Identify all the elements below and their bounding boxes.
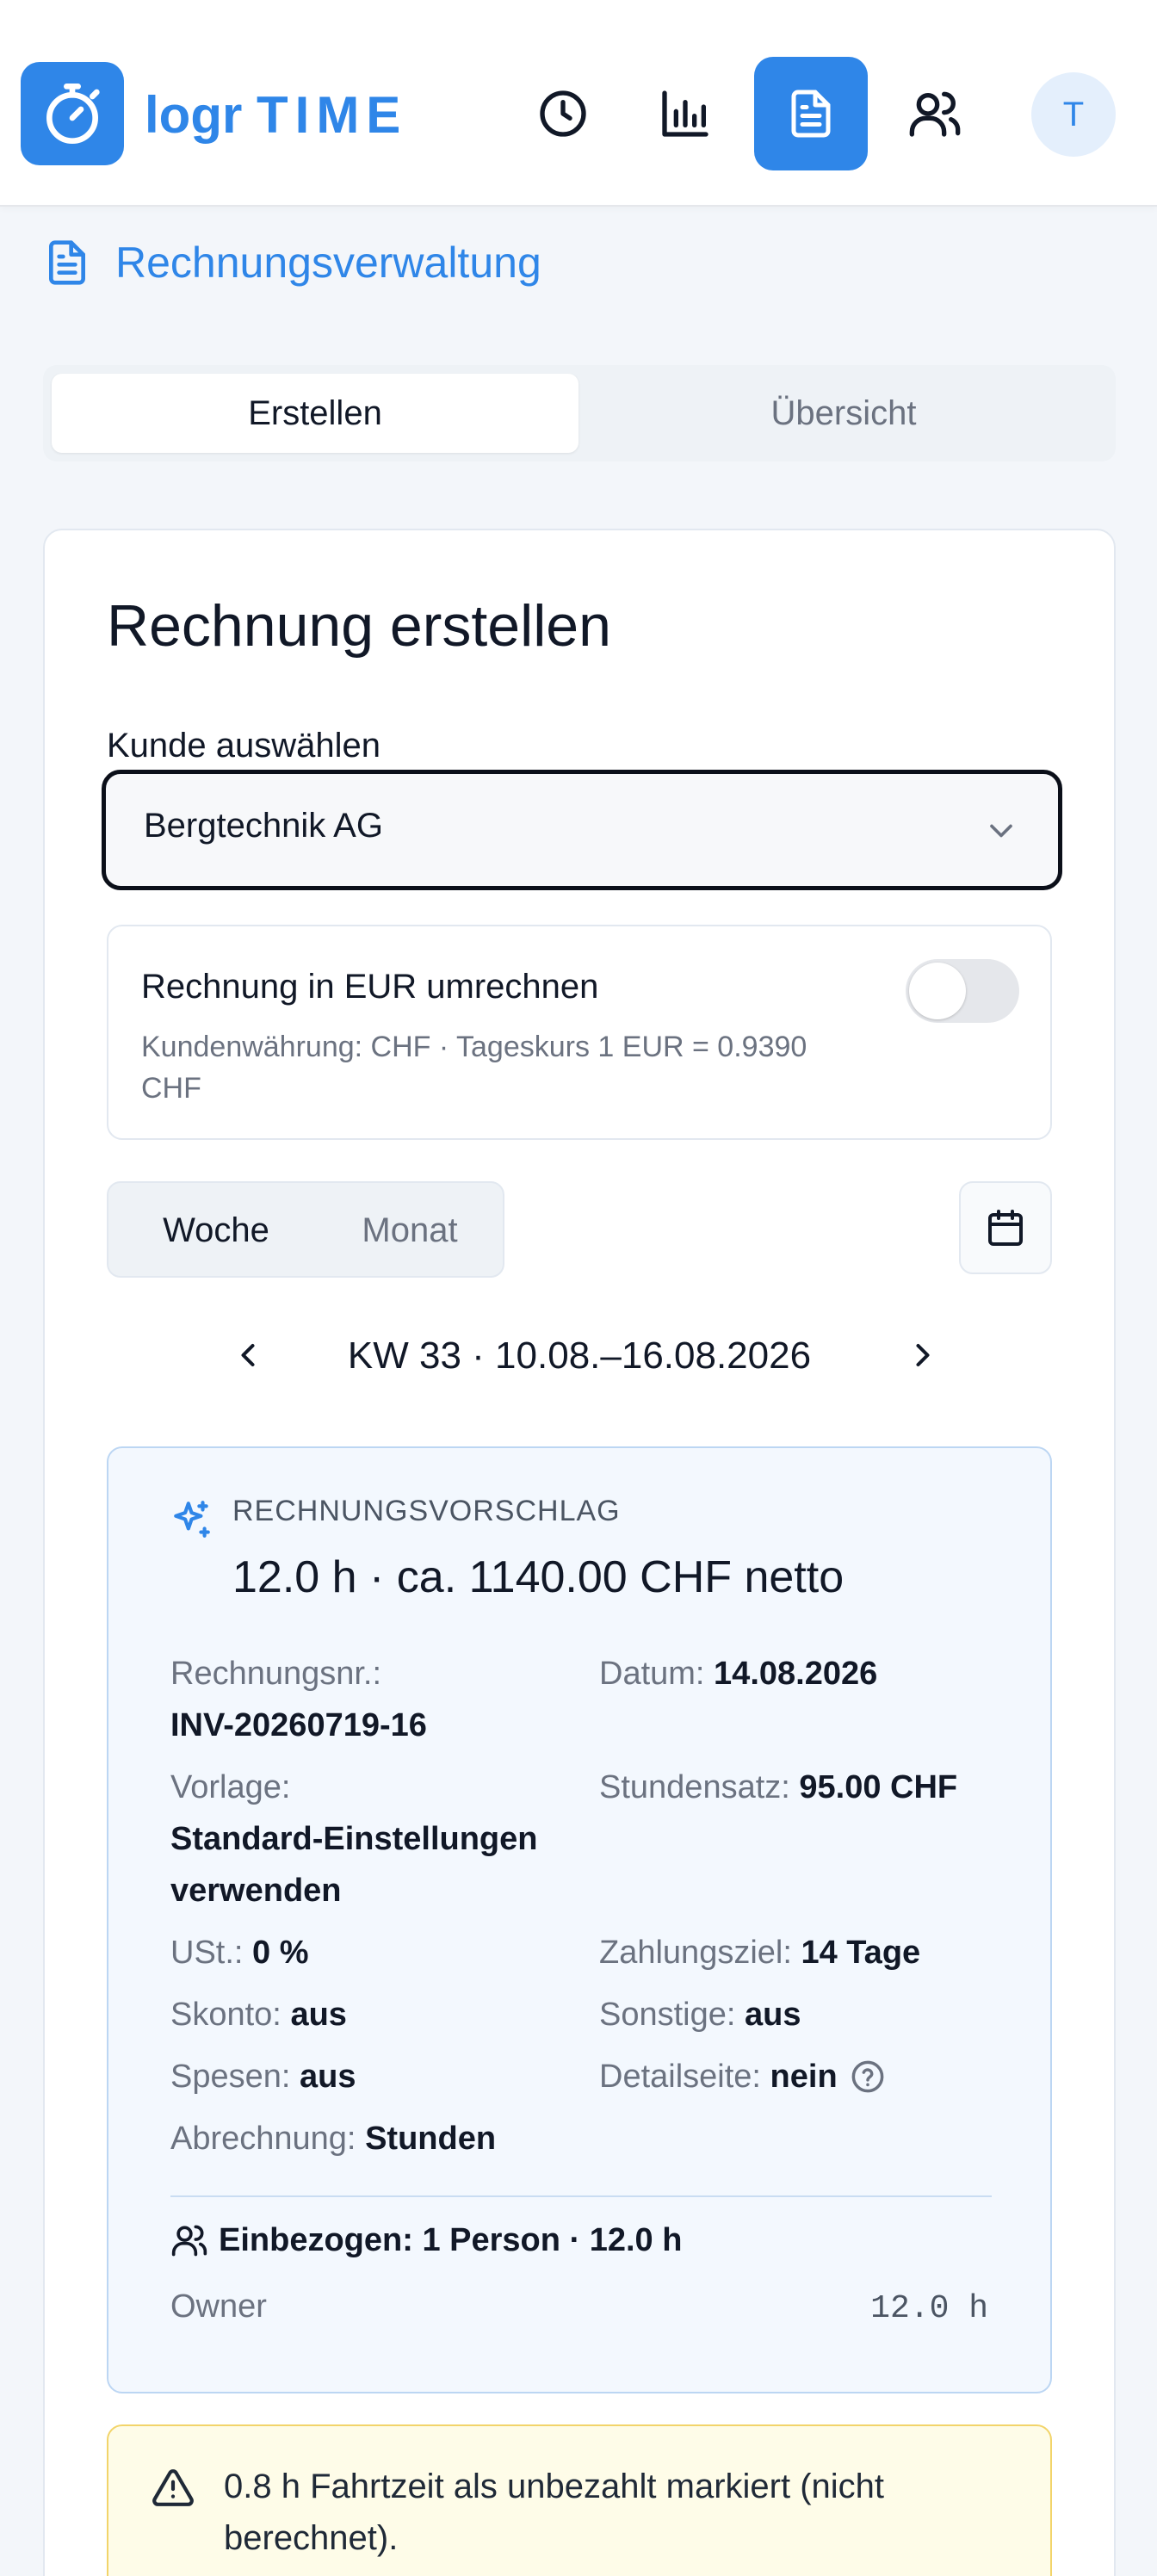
expenses-label: Spesen:: [170, 2059, 291, 2095]
suggestion-kicker: RECHNUNGSVORSCHLAG: [232, 1495, 621, 1527]
other-items: Sonstige: aus: [599, 1989, 1012, 2040]
avatar-initial: T: [1062, 95, 1085, 133]
document-icon: [791, 90, 831, 138]
detail-page-label: Detailseite:: [599, 2059, 761, 2095]
chevron-down-icon: [990, 824, 1012, 838]
period-month-button[interactable]: Monat: [324, 1190, 496, 1271]
page-title: Rechnungsverwaltung: [115, 238, 541, 287]
detail-page-value: nein: [770, 2059, 838, 2095]
billing-mode-value: Stunden: [365, 2121, 497, 2157]
app-name-part-2: TIME: [257, 86, 408, 144]
warning-triangle-icon: [152, 2469, 194, 2506]
expenses: Spesen: aus: [170, 2051, 584, 2102]
customer-select[interactable]: Bergtechnik AG: [102, 770, 1062, 890]
currency-conversion-title: Rechnung in EUR umrechnen: [141, 968, 599, 1006]
other-items-label: Sonstige:: [599, 1997, 736, 2033]
billing-mode-label: Abrechnung:: [170, 2121, 356, 2157]
nav-invoices[interactable]: [754, 57, 868, 170]
payment-terms: Zahlungsziel: 14 Tage: [599, 1927, 1012, 1978]
travel-time-warning: 0.8 h Fahrtzeit als unbezahlt markiert (…: [107, 2424, 1052, 2576]
invoice-number-value: INV-20260719-16: [170, 1707, 427, 1743]
included-persons-text: Einbezogen: 1 Person · 12.0 h: [219, 2221, 683, 2258]
bar-chart-icon: [662, 90, 708, 137]
calendar-button[interactable]: [959, 1181, 1052, 1274]
person-hours: 12.0 h: [870, 2290, 988, 2327]
invoice-template-label: Vorlage:: [170, 1769, 291, 1805]
vat-label: USt.:: [170, 1935, 244, 1971]
user-avatar[interactable]: T: [1031, 72, 1116, 157]
vat-value: 0 %: [252, 1935, 309, 1971]
hourly-rate-label: Stundensatz:: [599, 1769, 790, 1805]
tab-create[interactable]: Erstellen: [52, 374, 578, 453]
tab-overview[interactable]: Übersicht: [580, 374, 1107, 453]
eur-conversion-toggle[interactable]: [906, 959, 1019, 1023]
expenses-value: aus: [300, 2059, 356, 2095]
invoice-number: Rechnungsnr.: INV-20260719-16: [170, 1648, 584, 1751]
discount-value: aus: [290, 1997, 347, 2033]
help-circle-icon[interactable]: [850, 2059, 886, 2095]
users-icon: [909, 91, 961, 137]
billing-mode: Abrechnung: Stunden: [170, 2113, 773, 2164]
customer-select-value: Bergtechnik AG: [144, 807, 383, 845]
card-title: Rechnung erstellen: [107, 593, 611, 659]
hourly-rate-value: 95.00 CHF: [799, 1769, 958, 1805]
invoice-date-value: 14.08.2026: [714, 1656, 878, 1692]
currency-conversion-info: Kundenwährung: CHF · Tageskurs 1 EUR = 0…: [141, 1031, 807, 1105]
suggestion-headline: 12.0 h · ca. 1140.00 CHF netto: [232, 1552, 845, 1602]
app-logo[interactable]: [21, 62, 124, 165]
currency-conversion-box: Rechnung in EUR umrechnen Kundenwährung:…: [107, 925, 1052, 1140]
document-icon: [49, 240, 85, 285]
app-name-part-1: logr: [145, 86, 243, 144]
nav-users[interactable]: [878, 57, 992, 170]
period-switch: Woche Monat: [107, 1181, 504, 1278]
invoice-suggestion: RECHNUNGSVORSCHLAG 12.0 h · ca. 1140.00 …: [107, 1446, 1052, 2393]
included-persons: Einbezogen: 1 Person · 12.0 h: [170, 2221, 682, 2259]
invoice-date-label: Datum:: [599, 1656, 705, 1692]
toggle-knob: [909, 963, 966, 1019]
users-icon: [171, 2225, 207, 2257]
vat: USt.: 0 %: [170, 1927, 584, 1978]
detail-page: Detailseite: nein: [599, 2051, 1012, 2102]
hourly-rate: Stundensatz: 95.00 CHF: [599, 1762, 1012, 1813]
discount: Skonto: aus: [170, 1989, 584, 2040]
create-invoice-card: Rechnung erstellen Kunde auswählen Bergt…: [43, 529, 1116, 2576]
invoice-template: Vorlage: Standard-Einstellungen verwende…: [170, 1762, 584, 1917]
suggestion-divider: [170, 2195, 992, 2197]
nav-time-tracking[interactable]: [506, 57, 620, 170]
app-name: logr TIME: [145, 84, 407, 146]
discount-label: Skonto:: [170, 1997, 282, 2033]
warning-text: 0.8 h Fahrtzeit als unbezahlt markiert (…: [224, 2468, 885, 2557]
payment-terms-value: 14 Tage: [801, 1935, 921, 1971]
calendar-icon: [988, 1210, 1023, 1246]
invoice-template-value: Standard-Einstellungen verwenden: [170, 1821, 538, 1909]
invoice-date: Datum: 14.08.2026: [599, 1648, 1012, 1700]
page-header: Rechnungsverwaltung: [43, 232, 541, 293]
clock-icon: [540, 90, 586, 137]
stopwatch-icon: [46, 84, 100, 144]
person-name: Owner: [170, 2288, 267, 2325]
sparkles-icon: [174, 1501, 210, 1538]
invoice-tabs: Erstellen Übersicht: [43, 365, 1116, 461]
chevron-right-icon[interactable]: [904, 1336, 942, 1374]
customer-label: Kunde auswählen: [107, 727, 381, 765]
week-navigation: KW 33 · 10.08.–16.08.2026: [107, 1322, 1052, 1391]
top-bar: logr TIME T: [0, 0, 1157, 207]
payment-terms-label: Zahlungsziel:: [599, 1935, 792, 1971]
period-week-button[interactable]: Woche: [115, 1190, 317, 1271]
invoice-number-label: Rechnungsnr.:: [170, 1656, 382, 1692]
other-items-value: aus: [745, 1997, 801, 2033]
nav-reports[interactable]: [628, 57, 742, 170]
